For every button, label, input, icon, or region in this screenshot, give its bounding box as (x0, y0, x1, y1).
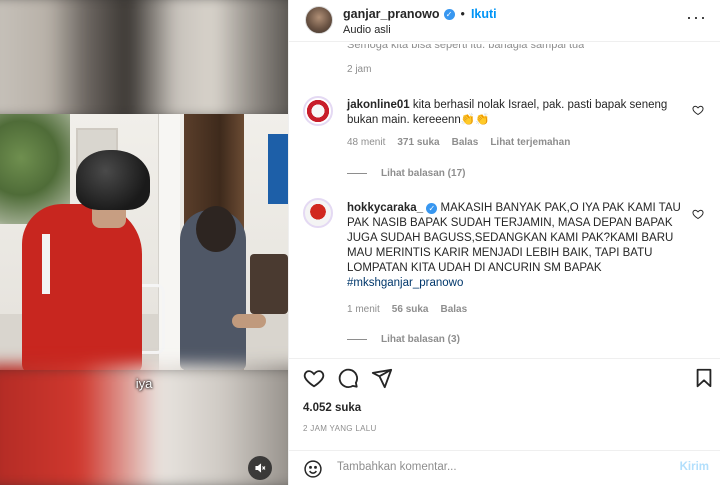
commenter-avatar[interactable] (303, 96, 333, 126)
verified-badge-icon: ✓ (443, 8, 455, 20)
mute-button[interactable] (248, 456, 272, 480)
action-bar (289, 358, 720, 396)
video-subtitle: iya (135, 376, 153, 391)
comment-text: jakonline01 kita berhasil nolak Israel, … (347, 99, 668, 126)
view-replies-button[interactable]: Lihat balasan (17) (347, 168, 465, 179)
commenter-avatar[interactable] (303, 198, 333, 228)
man-in-red-jacket (22, 204, 142, 370)
comment-composer: Kirim (289, 450, 720, 485)
follow-button[interactable]: Ikuti (471, 7, 497, 21)
audio-label[interactable]: Audio asli (343, 24, 391, 36)
comment-like-icon[interactable] (692, 104, 704, 116)
comment-input[interactable] (337, 461, 657, 473)
comment-like-icon[interactable] (692, 208, 704, 220)
commenter-username[interactable]: jakonline01 (347, 99, 410, 111)
heart-icon[interactable] (303, 367, 325, 389)
post-header: ganjar_pranowo ✓ • Ikuti Audio asli ··· (289, 0, 720, 42)
share-icon[interactable] (371, 367, 393, 389)
view-replies-button[interactable]: Lihat balasan (3) (347, 334, 460, 345)
bookmark-icon[interactable] (693, 367, 715, 389)
comment-likes[interactable]: 56 suka (392, 304, 429, 315)
comment-meta: 1 menit 56 suka Balas (347, 304, 467, 315)
previous-comment-time: 2 jam (347, 64, 372, 75)
comment-time: 1 menit (347, 304, 380, 315)
like-count[interactable]: 4.052 suka (303, 402, 361, 414)
author-username[interactable]: ganjar_pranowo (343, 7, 440, 21)
emoji-icon[interactable] (303, 459, 323, 479)
commenter-username[interactable]: hokkycaraka_ (347, 202, 423, 214)
helmet (76, 150, 150, 210)
comment-meta: 48 menit 371 suka Balas Lihat terjemahan (347, 137, 570, 148)
video-frame (0, 114, 288, 370)
verified-badge-icon: ✓ (426, 203, 438, 214)
translate-button[interactable]: Lihat terjemahan (490, 137, 570, 148)
reply-button[interactable]: Balas (452, 137, 479, 148)
hashtag-link[interactable]: #mkshganjar_pranowo (347, 277, 463, 289)
speaker-muted-icon (255, 463, 266, 473)
previous-comment-text: Semoga kita bisa seperti itu. bahagia sa… (347, 44, 585, 51)
comment-icon[interactable] (337, 367, 359, 389)
avatar[interactable] (305, 6, 333, 34)
post-panel: ganjar_pranowo ✓ • Ikuti Audio asli ··· … (288, 0, 720, 485)
more-options-icon[interactable]: ··· (686, 8, 707, 26)
post-timestamp: 2 JAM YANG LALU (303, 424, 377, 433)
comment-likes[interactable]: 371 suka (397, 137, 439, 148)
video-blurred-background-top (0, 0, 288, 120)
reply-button[interactable]: Balas (441, 304, 468, 315)
send-button[interactable]: Kirim (680, 461, 709, 473)
comment-time: 48 menit (347, 137, 386, 148)
video-player[interactable]: iya (0, 0, 288, 485)
comment-text: hokkycaraka_ ✓ MAKASIH BANYAK PAK,O IYA … (347, 202, 681, 289)
